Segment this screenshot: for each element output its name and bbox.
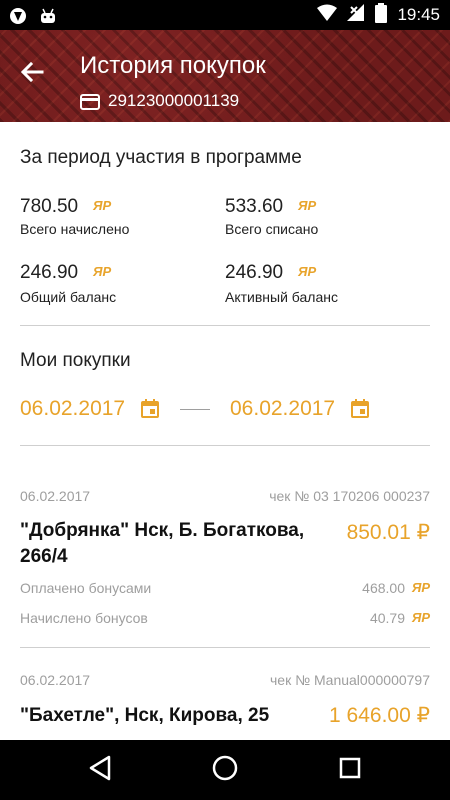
circle-home-icon xyxy=(212,755,238,781)
accrued-bonuses-value: 40.79 xyxy=(369,610,405,626)
bonus-currency-icon: ЯР xyxy=(93,198,112,213)
divider xyxy=(20,325,430,326)
date-from-field[interactable]: 06.02.2017 xyxy=(20,397,125,421)
app-header: История покупок 29123000001139 xyxy=(0,30,450,122)
paid-bonuses-label: Оплачено бонусами xyxy=(20,580,152,596)
paid-bonuses-value: 468.00 xyxy=(362,580,405,596)
purchase-store: "Бахетле", Нск, Кирова, 25 xyxy=(20,705,270,726)
written-off-total-label: Всего списано xyxy=(225,221,319,237)
purchase-check-number: чек № 03 170206 000237 xyxy=(269,488,430,504)
back-button[interactable] xyxy=(16,56,48,88)
purchase-amount: 850.01 ₽ xyxy=(346,521,430,544)
total-balance-label: Общий баланс xyxy=(20,289,117,305)
bonus-currency-icon: ЯР xyxy=(93,264,112,279)
summary-title: За период участия в программе xyxy=(20,147,302,168)
active-balance-value: 246.90 xyxy=(225,262,284,283)
page-title: История покупок xyxy=(80,52,266,79)
purchases-title: Мои покупки xyxy=(20,350,131,371)
bonus-currency-icon: ЯР xyxy=(298,198,317,213)
bonus-currency-icon: ЯР xyxy=(411,580,430,595)
purchase-check-number: чек № Manual000000797 xyxy=(270,672,430,688)
total-balance-value: 246.90 xyxy=(20,262,79,283)
card-number: 29123000001139 xyxy=(108,91,240,110)
status-bar: 19:45 xyxy=(0,0,450,30)
active-balance-label: Активный баланс xyxy=(225,289,338,305)
divider xyxy=(20,445,430,446)
square-recents-icon xyxy=(339,757,361,779)
calendar-from-icon[interactable] xyxy=(140,399,160,424)
bonus-currency-icon: ЯР xyxy=(411,610,430,625)
android-icon xyxy=(38,6,58,31)
bonus-currency-icon: ЯР xyxy=(298,264,317,279)
purchase-amount: 1 646.00 ₽ xyxy=(329,704,430,727)
purchase-date: 06.02.2017 xyxy=(20,488,91,504)
purchase-date: 06.02.2017 xyxy=(20,672,91,688)
signal-icon xyxy=(347,3,365,27)
nav-back-button[interactable] xyxy=(87,754,113,787)
accrued-total-value: 780.50 xyxy=(20,196,79,217)
status-time: 19:45 xyxy=(397,5,440,24)
arrow-back-icon xyxy=(20,61,44,83)
date-to-field[interactable]: 06.02.2017 xyxy=(230,397,335,421)
purchase-store: "Добрянка" Нск, Б. Богаткова, 266/4 xyxy=(20,520,305,567)
nav-recents-button[interactable] xyxy=(338,754,362,787)
accrued-total-label: Всего начислено xyxy=(20,221,130,237)
nav-home-button[interactable] xyxy=(211,754,239,787)
navigation-bar xyxy=(0,740,450,800)
written-off-total-value: 533.60 xyxy=(225,196,284,217)
divider xyxy=(20,647,430,648)
accrued-bonuses-label: Начислено бонусов xyxy=(20,610,148,626)
credit-card-icon xyxy=(80,94,100,115)
triangle-back-icon xyxy=(89,755,111,781)
battery-icon xyxy=(375,2,388,28)
wifi-icon xyxy=(317,4,338,27)
date-range-separator xyxy=(180,409,210,410)
calendar-to-icon[interactable] xyxy=(350,399,370,424)
shield-icon xyxy=(8,6,28,31)
